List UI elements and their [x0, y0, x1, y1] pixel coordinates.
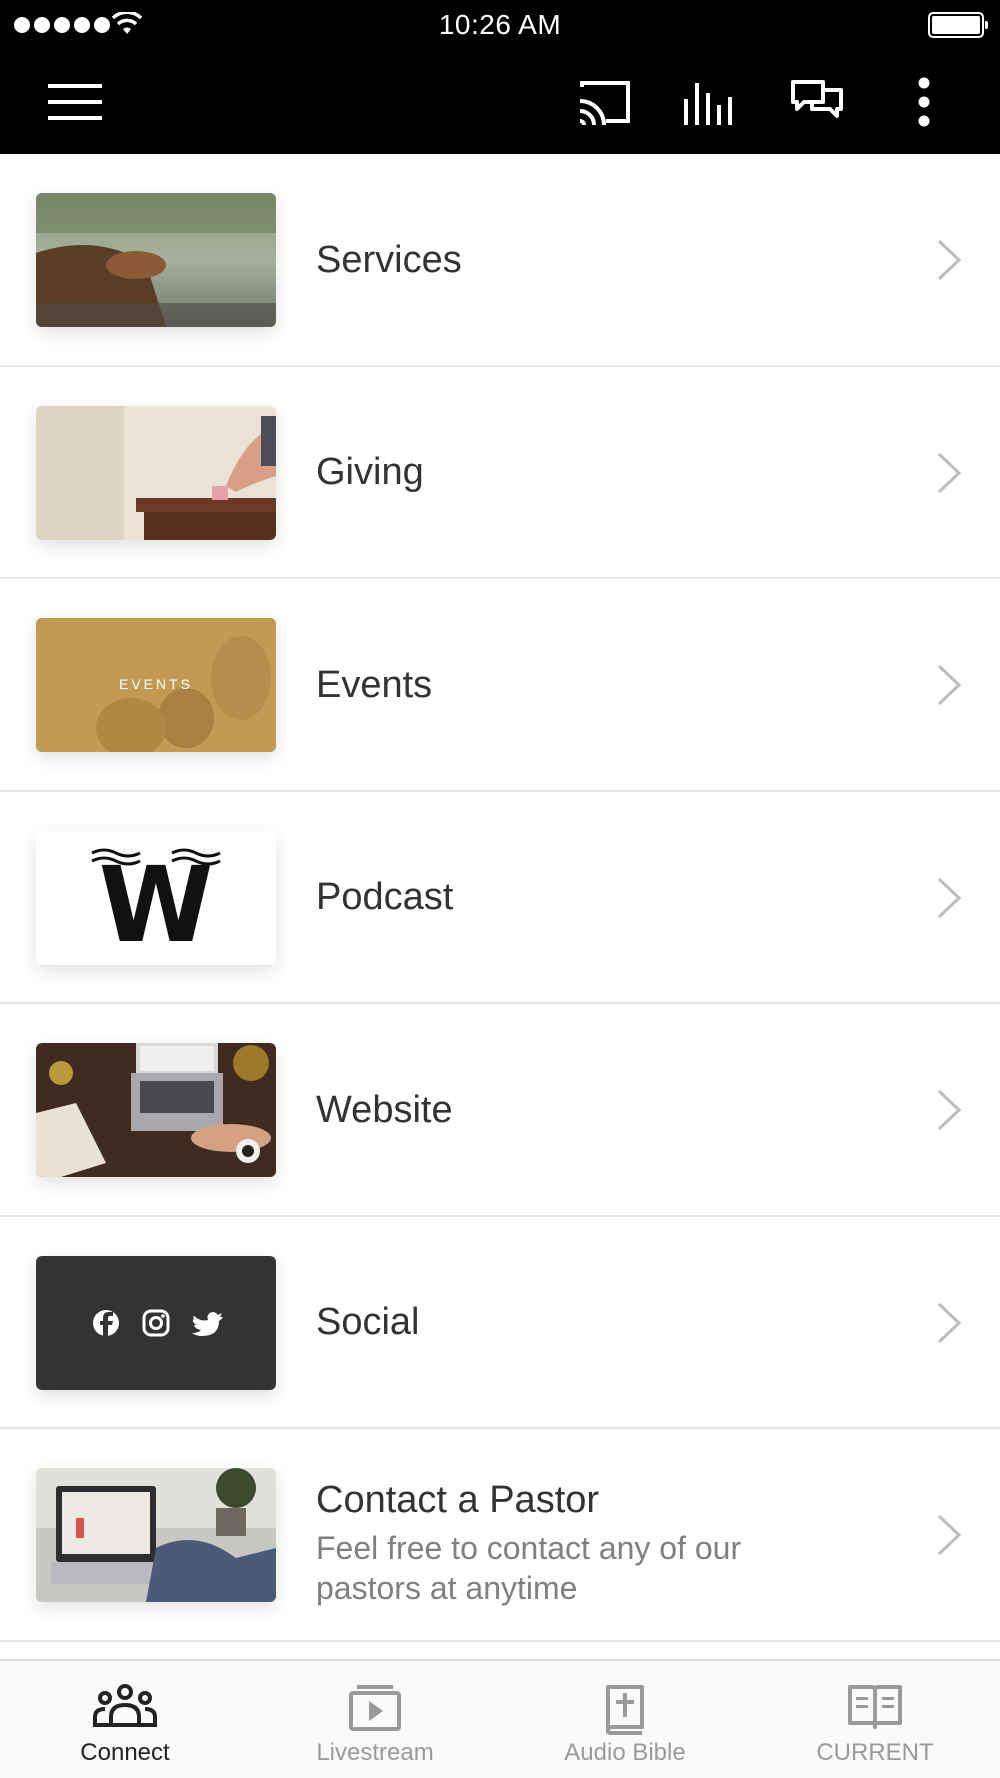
- top-toolbar: [0, 50, 1000, 154]
- facebook-icon: [93, 1309, 119, 1336]
- chevron-right-icon: [937, 1302, 962, 1343]
- list-item-events[interactable]: EVENTS Events: [0, 579, 1000, 792]
- podcast-logo-letter: W: [98, 843, 214, 965]
- tab-livestream[interactable]: Livestream: [250, 1661, 500, 1778]
- chat-bubbles-icon[interactable]: [785, 70, 849, 134]
- contact-pastor-text: Contact a Pastor Feel free to contact an…: [316, 1479, 836, 1608]
- events-thumbnail: EVENTS: [36, 618, 276, 752]
- chevron-right-icon: [937, 239, 962, 281]
- list-item-title: Events: [316, 663, 433, 706]
- tab-label: Connect: [80, 1739, 170, 1766]
- bottom-tab-bar: Connect Livestream Audio Bible CURRENT: [0, 1659, 1000, 1778]
- tab-connect[interactable]: Connect: [0, 1661, 250, 1778]
- status-time: 10:26 AM: [438, 9, 562, 40]
- list-item-website[interactable]: Website: [0, 1004, 1000, 1217]
- audio-bars-icon[interactable]: [678, 70, 742, 134]
- website-thumbnail: [36, 1043, 276, 1177]
- chevron-right-icon: [937, 1089, 962, 1131]
- bible-cross-icon: [606, 1685, 644, 1735]
- tab-label: Audio Bible: [564, 1739, 686, 1766]
- podcast-logo-thumbnail: W: [36, 830, 276, 965]
- more-vertical-icon[interactable]: [892, 70, 956, 134]
- list-item-title: Social: [316, 1301, 420, 1343]
- list-item-title: Contact a Pastor: [316, 1479, 600, 1521]
- connect-list: Services Giving EVENTS Events W Podcast …: [0, 154, 1000, 1642]
- list-item-contact-pastor[interactable]: Contact a Pastor Feel free to contact an…: [0, 1429, 1000, 1642]
- events-thumbnail-text: EVENTS: [118, 676, 193, 692]
- battery-icon: [928, 12, 988, 38]
- open-book-icon: [848, 1685, 902, 1729]
- tab-label: Livestream: [316, 1739, 434, 1766]
- chevron-right-icon: [937, 877, 962, 918]
- chevron-right-icon: [937, 452, 962, 493]
- list-item-giving[interactable]: Giving: [0, 367, 1000, 579]
- list-item-services[interactable]: Services: [0, 154, 1000, 367]
- list-item-title: Giving: [316, 451, 424, 493]
- hamburger-menu-icon[interactable]: [43, 70, 107, 134]
- play-video-icon: [349, 1685, 401, 1731]
- list-item-title: Services: [316, 238, 462, 281]
- chevron-right-icon: [937, 1514, 962, 1556]
- giving-thumbnail: [36, 405, 276, 540]
- tab-audio-bible[interactable]: Audio Bible: [500, 1661, 750, 1778]
- services-thumbnail: [36, 193, 276, 327]
- twitter-icon: [192, 1311, 223, 1336]
- list-item-social[interactable]: Social: [0, 1217, 1000, 1429]
- list-item-podcast[interactable]: W Podcast: [0, 792, 1000, 1004]
- social-thumbnail: [36, 1255, 276, 1390]
- contact-pastor-thumbnail: [36, 1468, 276, 1602]
- tab-label: CURRENT: [816, 1739, 934, 1766]
- chevron-right-icon: [937, 664, 962, 706]
- list-item-title: Podcast: [316, 876, 454, 918]
- list-item-title: Website: [316, 1088, 453, 1131]
- status-bar: 10:26 AM: [0, 0, 1000, 50]
- cast-icon[interactable]: [572, 70, 636, 134]
- instagram-icon: [142, 1309, 170, 1336]
- list-item-subtitle: Feel free to contact any of our pastors …: [316, 1530, 742, 1606]
- people-group-icon: [93, 1684, 157, 1727]
- tab-current[interactable]: CURRENT: [750, 1661, 1000, 1778]
